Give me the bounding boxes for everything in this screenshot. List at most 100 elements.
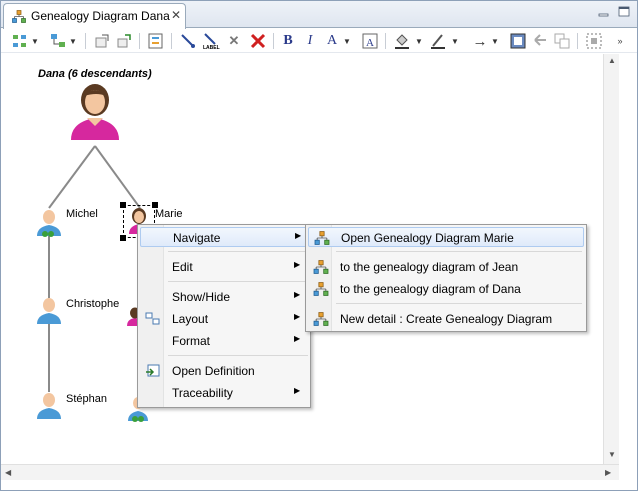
navigate-submenu: Open Genealogy Diagram Marie to the gene… xyxy=(305,224,587,332)
menu-item-label: Show/Hide xyxy=(172,290,231,304)
menu-item-label: New detail : Create Genealogy Diagram xyxy=(340,312,553,326)
toolbar-separator xyxy=(139,33,140,49)
copy-format-icon[interactable] xyxy=(553,32,571,50)
svg-text:LABEL: LABEL xyxy=(203,45,220,50)
editor-tab-bar: Genealogy Diagram Dana ✕ xyxy=(1,1,637,29)
connector-dana-michel xyxy=(48,145,96,209)
text-format-icon[interactable]: A xyxy=(361,32,379,50)
node-label-michel: Michel xyxy=(66,208,98,220)
menu-item-label: Edit xyxy=(172,260,193,274)
layer-icon[interactable] xyxy=(147,32,165,50)
toolbar-separator xyxy=(85,33,86,49)
connector-dana-marie xyxy=(94,145,141,209)
menu-separator xyxy=(168,355,308,356)
chevron-down-icon[interactable]: ▼ xyxy=(69,32,77,50)
chevron-down-icon[interactable]: ▼ xyxy=(31,32,39,50)
chevron-down-icon[interactable]: ▼ xyxy=(451,32,459,50)
tab-title: Genealogy Diagram Dana xyxy=(31,9,170,23)
bold-button[interactable]: B xyxy=(281,32,295,50)
menu-separator xyxy=(168,281,308,282)
italic-button[interactable]: I xyxy=(303,32,317,50)
scroll-down-icon[interactable]: ▼ xyxy=(608,450,616,459)
font-color-button[interactable]: A xyxy=(325,32,339,50)
menu-item-label: Open Definition xyxy=(172,364,255,378)
submenu-item-genealogy-diagram-dana[interactable]: to the genealogy diagram of Dana xyxy=(308,279,584,299)
delete-icon[interactable]: ✕ xyxy=(227,32,241,50)
male-person-icon[interactable] xyxy=(35,390,63,420)
chevron-down-icon[interactable]: ▼ xyxy=(491,32,499,50)
svg-text:A: A xyxy=(366,37,374,49)
toolbar-overflow-icon[interactable]: » xyxy=(615,32,625,50)
layout-icon xyxy=(145,312,160,325)
minimize-icon[interactable] xyxy=(597,6,611,18)
female-person-icon[interactable] xyxy=(67,82,123,142)
horizontal-scrollbar[interactable]: ◀ ▶ xyxy=(1,464,619,480)
root-node-label: Dana (6 descendants) xyxy=(38,68,152,80)
undo-icon[interactable] xyxy=(531,32,549,50)
vertical-scrollbar[interactable]: ▲ ▼ xyxy=(603,54,619,464)
zoom-fit-icon[interactable] xyxy=(585,32,603,50)
submenu-arrow-icon: ▶ xyxy=(294,290,301,299)
arrange-all-icon[interactable] xyxy=(11,32,29,50)
menu-item-label: Format xyxy=(172,334,211,348)
node-label-stephan: Stéphan xyxy=(66,393,107,405)
hide-edge-icon[interactable] xyxy=(179,32,197,50)
diagram-icon xyxy=(314,231,330,245)
line-color-icon[interactable] xyxy=(429,32,447,50)
node-label-marie: Marie xyxy=(155,208,183,220)
toolbar-separator xyxy=(385,33,386,49)
toolbar-separator xyxy=(273,33,274,49)
fill-color-icon[interactable] xyxy=(393,32,411,50)
menu-item-open-definition[interactable]: Open Definition xyxy=(140,361,308,381)
menu-item-show-hide[interactable]: Show/Hide ▶ xyxy=(140,287,308,307)
submenu-item-new-detail[interactable]: New detail : Create Genealogy Diagram xyxy=(308,309,584,329)
editor-frame: Genealogy Diagram Dana ✕ ▼ ▼ LABEL ✕ B I… xyxy=(0,0,638,491)
menu-separator xyxy=(336,303,582,304)
scroll-right-icon[interactable]: ▶ xyxy=(605,468,611,477)
export-icon[interactable] xyxy=(93,32,111,50)
menu-item-format[interactable]: Format ▶ xyxy=(140,331,308,351)
refresh-icon[interactable] xyxy=(115,32,133,50)
submenu-item-open-genealogy-diagram-marie[interactable]: Open Genealogy Diagram Marie xyxy=(308,227,584,247)
chevron-down-icon[interactable]: ▼ xyxy=(415,32,423,50)
diagram-icon xyxy=(313,260,329,274)
menu-item-edit[interactable]: Edit ▶ xyxy=(140,257,308,277)
menu-separator xyxy=(336,251,582,252)
menu-separator xyxy=(168,251,308,252)
selection-handle[interactable] xyxy=(120,202,126,208)
submenu-arrow-icon: ▶ xyxy=(294,386,301,395)
scroll-up-icon[interactable]: ▲ xyxy=(608,56,616,65)
select-icon[interactable] xyxy=(49,32,67,50)
diagram-icon xyxy=(313,282,329,296)
tab-genealogy-diagram-dana[interactable]: Genealogy Diagram Dana ✕ xyxy=(3,3,186,29)
submenu-arrow-icon: ▶ xyxy=(295,231,302,240)
male-person-icon[interactable] xyxy=(35,295,63,325)
menu-item-label: Navigate xyxy=(173,231,221,245)
toolbar-separator xyxy=(171,33,172,49)
diagram-toolbar: ▼ ▼ LABEL ✕ B I A ▼ A ▼ ▼ → ▼ » xyxy=(1,29,637,53)
menu-item-label: Traceability xyxy=(172,386,233,400)
menu-item-navigate[interactable]: Navigate ▶ xyxy=(140,227,308,247)
menu-item-label: Layout xyxy=(172,312,209,326)
toolbar-separator xyxy=(577,33,578,49)
menu-item-label: Open Genealogy Diagram Marie xyxy=(341,231,514,245)
image-icon[interactable] xyxy=(509,32,527,50)
menu-item-traceability[interactable]: Traceability ▶ xyxy=(140,383,308,403)
arrow-style-button[interactable]: → xyxy=(471,32,489,50)
chevron-down-icon[interactable]: ▼ xyxy=(343,32,351,50)
selection-handle[interactable] xyxy=(120,235,126,241)
menu-item-layout[interactable]: Layout ▶ xyxy=(140,309,308,329)
node-label-christophe: Christophe xyxy=(66,298,120,310)
close-icon[interactable]: ✕ xyxy=(171,8,181,22)
scroll-left-icon[interactable]: ◀ xyxy=(5,468,11,477)
label-icon[interactable]: LABEL xyxy=(201,32,221,50)
submenu-item-genealogy-diagram-jean[interactable]: to the genealogy diagram of Jean xyxy=(308,257,584,277)
delete-from-model-icon[interactable] xyxy=(249,32,267,50)
submenu-arrow-icon: ▶ xyxy=(294,312,301,321)
maximize-icon[interactable] xyxy=(617,6,631,18)
menu-item-label: to the genealogy diagram of Jean xyxy=(340,260,519,274)
submenu-arrow-icon: ▶ xyxy=(294,260,301,269)
open-definition-icon xyxy=(146,364,160,377)
male-person-icon[interactable] xyxy=(35,207,63,237)
submenu-arrow-icon: ▶ xyxy=(294,334,301,343)
